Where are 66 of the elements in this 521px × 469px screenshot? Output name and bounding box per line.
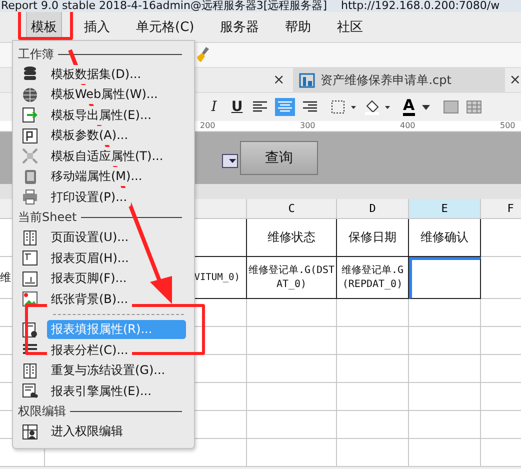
table-cell: 保修日期 (337, 219, 409, 257)
section-header: 权限编辑 (18, 403, 66, 420)
ruler-label: 400 (400, 121, 416, 130)
selected-cell[interactable] (409, 257, 481, 299)
table-cell: 维修登记单.G(DSTAT_0) (247, 257, 337, 299)
menu-bar-item[interactable]: 帮助 (281, 12, 316, 42)
empty-cell (409, 439, 481, 467)
server-url: http://192.168.0.200:7080/w (341, 0, 500, 12)
empty-cell (337, 411, 409, 439)
dropdown-icon[interactable] (222, 154, 238, 168)
printer-icon (22, 189, 38, 206)
ruler-label: 200 (200, 121, 216, 130)
image-icon (22, 291, 38, 308)
column-header[interactable]: F (481, 199, 521, 219)
empty-cell (337, 383, 409, 411)
empty-cell (337, 327, 409, 355)
empty-cell (337, 299, 409, 327)
menu-bar-item[interactable]: 插入 (80, 12, 114, 42)
column-header[interactable]: C (247, 199, 337, 219)
close-icon[interactable]: × (509, 72, 521, 88)
globe-icon (22, 86, 38, 103)
empty-cell (337, 439, 409, 467)
footer-icon (22, 270, 38, 287)
query-button[interactable]: 查询 (240, 141, 318, 175)
ruler-label: 500 (500, 121, 516, 130)
merge-cells-icon[interactable] (442, 100, 459, 114)
empty-cell (409, 355, 481, 383)
table-icon[interactable] (466, 100, 482, 114)
border-icon[interactable] (331, 100, 357, 114)
empty-cell (409, 411, 481, 439)
document-tab[interactable]: 资产维修保养申请单.cpt (292, 68, 506, 92)
align-right-icon[interactable] (302, 100, 318, 114)
empty-cell (337, 355, 409, 383)
menu-bar-item[interactable]: 服务器 (216, 12, 264, 42)
section-header: 工作簿 (18, 46, 54, 62)
grid-icon (22, 424, 38, 440)
align-left-icon[interactable] (252, 100, 268, 114)
page-icon (22, 230, 38, 246)
report-file-icon (298, 72, 315, 88)
italic-button[interactable]: I (206, 99, 222, 115)
menu-bar-item[interactable]: 单元格(C) (132, 12, 198, 42)
header-icon (22, 250, 38, 266)
close-icon[interactable]: × (273, 72, 285, 88)
fill-color-icon[interactable] (364, 99, 392, 115)
brush-icon[interactable] (196, 47, 210, 63)
window-title: Report 9.0 stable 2018-4-16admin@远程服务器3[远程服务器] (1, 0, 328, 12)
empty-cell (409, 327, 481, 355)
export-icon (22, 107, 38, 124)
column-header[interactable]: E (409, 199, 481, 219)
section-header: 当前Sheet (18, 209, 77, 226)
dropdown-arrow-icon[interactable] (422, 104, 430, 110)
table-cell: 维修登记单.G(REPDAT_0) (337, 257, 409, 299)
underline-button[interactable]: U (229, 99, 245, 115)
align-center-icon[interactable] (275, 98, 295, 116)
phone-icon (22, 168, 38, 185)
empty-cell (409, 299, 481, 327)
page-icon (22, 362, 38, 379)
table-cell: 维修状态 (247, 219, 337, 257)
db-icon (22, 66, 38, 82)
fit-icon (22, 148, 38, 164)
ruler-label: 300 (300, 121, 316, 130)
font-color-button[interactable]: A (403, 98, 415, 116)
menu-bar-item[interactable]: 社区 (333, 12, 368, 42)
empty-cell (409, 383, 481, 411)
table-cell: 维修确认 (409, 219, 481, 257)
box-icon (22, 128, 38, 144)
